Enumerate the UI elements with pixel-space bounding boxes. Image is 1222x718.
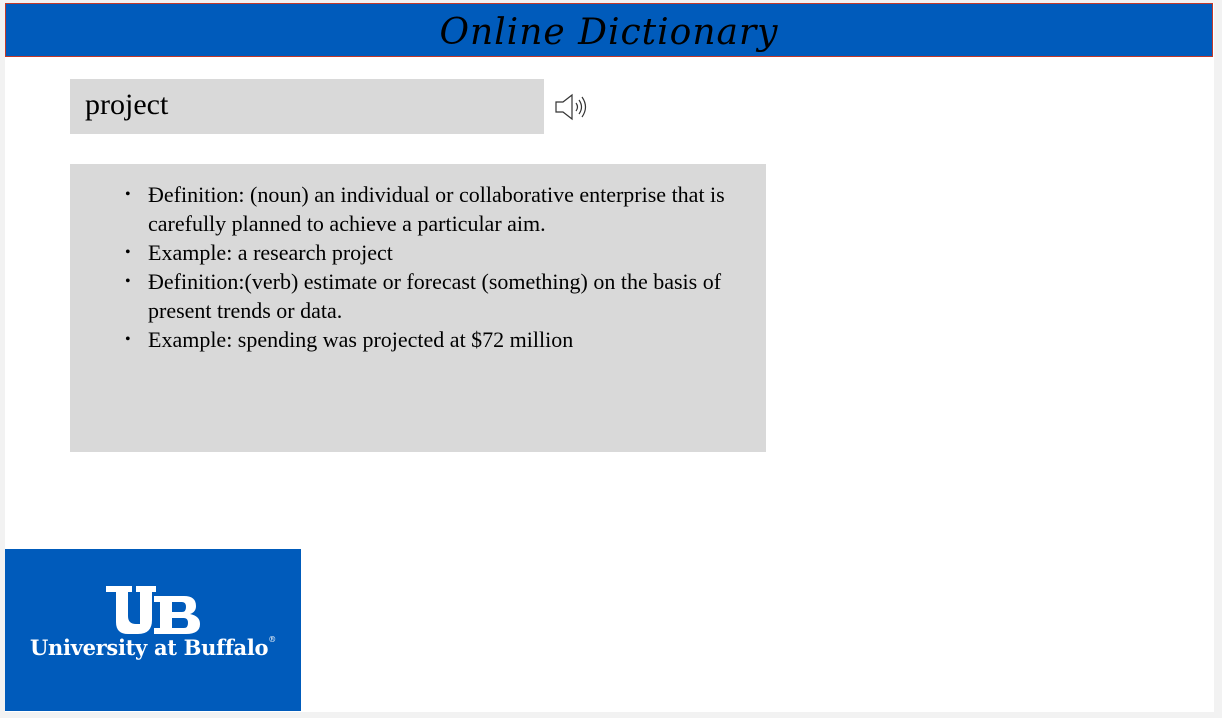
- registered-mark: ®: [268, 635, 276, 644]
- ub-mark-icon: [106, 586, 200, 634]
- word-display[interactable]: project: [70, 79, 544, 134]
- title-bar: Online Dictionary: [5, 3, 1213, 57]
- speaker-icon[interactable]: [554, 92, 594, 122]
- university-logo: University at Buffalo®: [5, 549, 301, 711]
- definitions-list: Ðefinition: (noun) an individual or coll…: [70, 180, 726, 354]
- definitions-panel: Ðefinition: (noun) an individual or coll…: [70, 164, 766, 452]
- example-item: Example: spending was projected at $72 m…: [125, 325, 728, 354]
- university-name-text: University at Buffalo: [30, 635, 269, 660]
- example-item: Example: a research project: [125, 238, 728, 267]
- university-name: University at Buffalo®: [5, 635, 301, 660]
- definition-item: Ðefinition: (noun) an individual or coll…: [125, 180, 728, 238]
- page-title: Online Dictionary: [439, 11, 779, 53]
- search-word: project: [85, 87, 169, 121]
- definition-item: Ðefinition:(verb) estimate or forecast (…: [125, 267, 728, 325]
